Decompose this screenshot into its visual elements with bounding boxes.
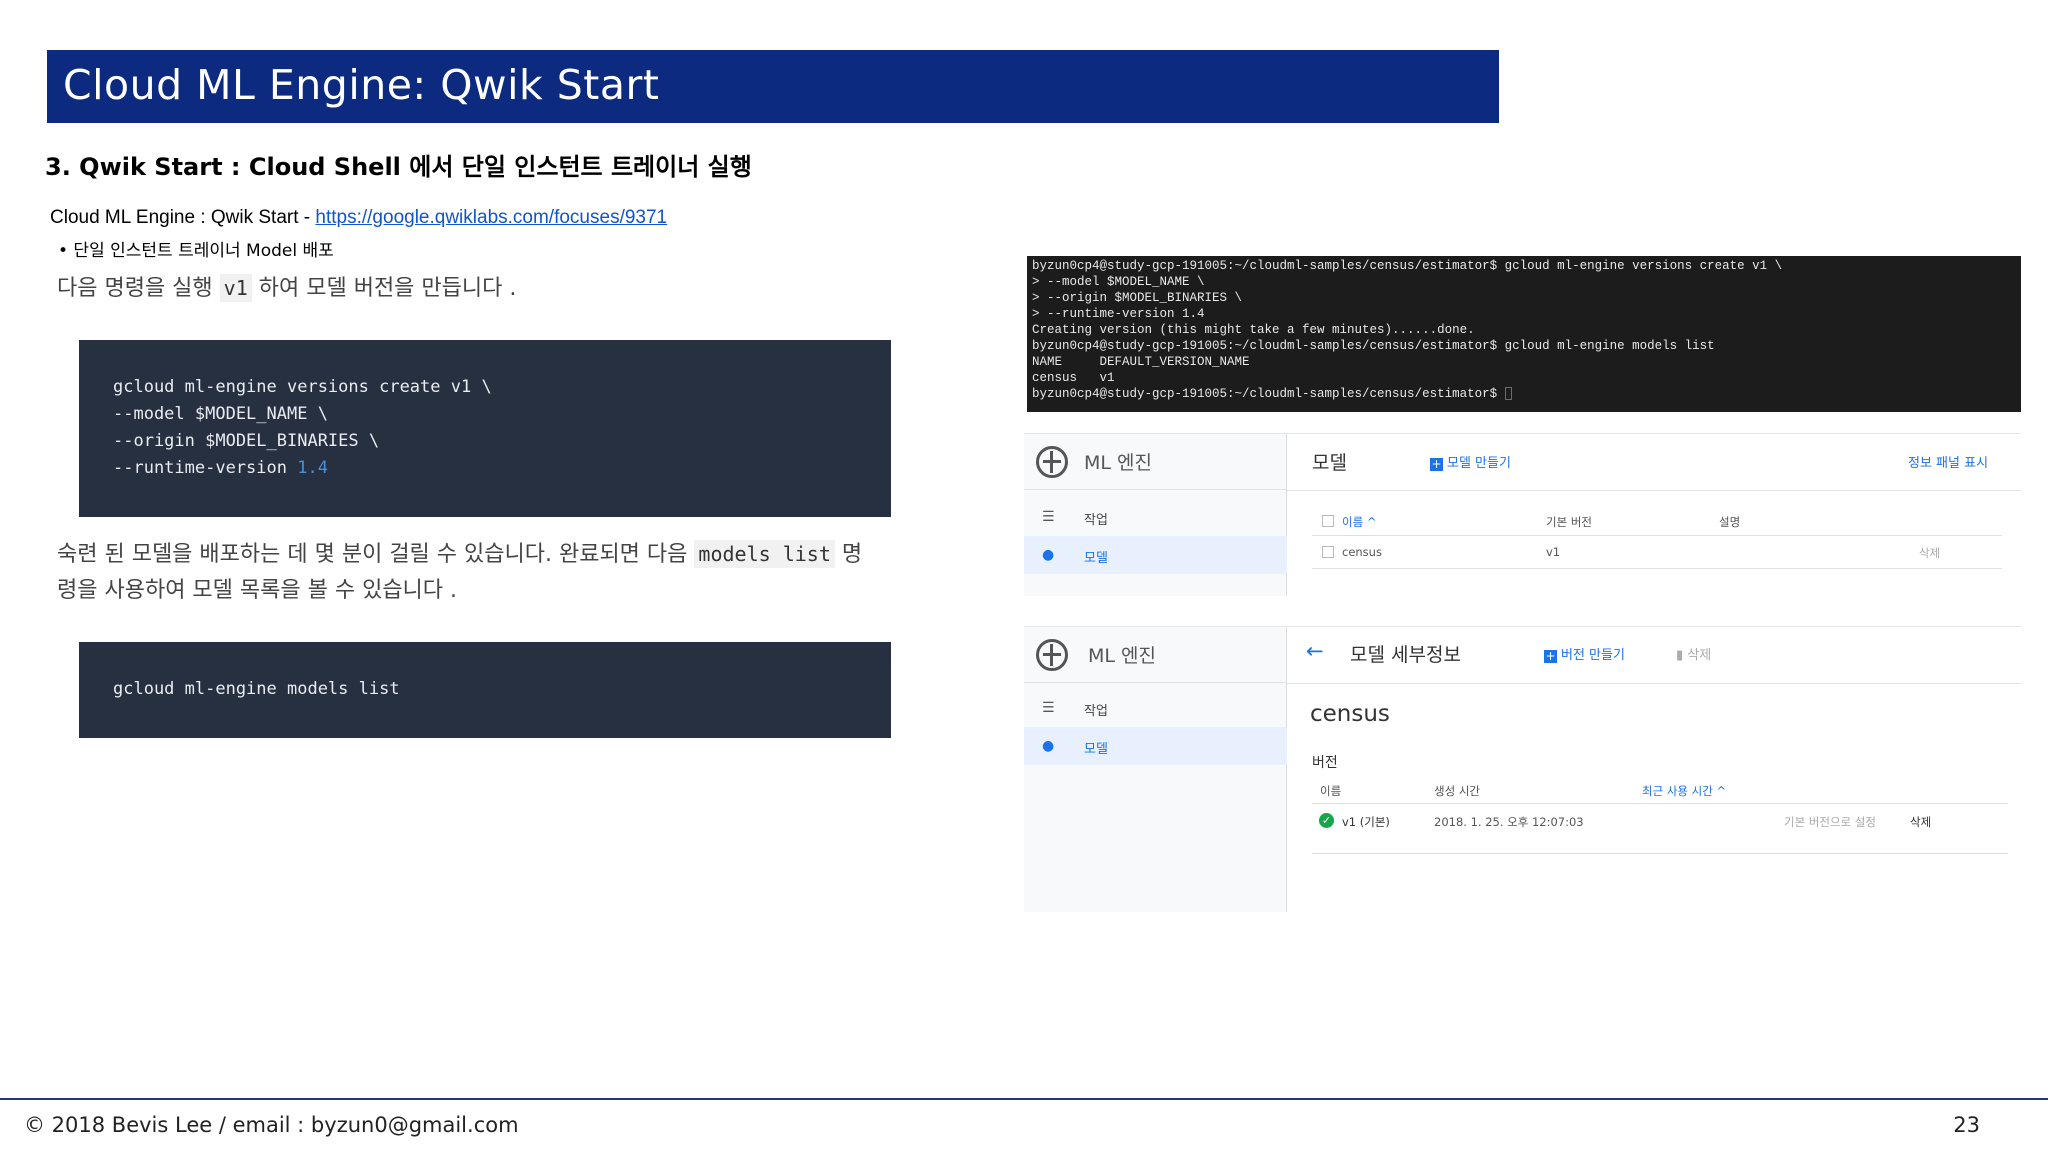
reference-line: Cloud ML Engine : Qwik Start - https://g… [50,207,667,229]
table-divider [1312,535,2002,536]
para1-code: v1 [219,274,252,302]
code-line: gcloud ml-engine models list [113,679,400,699]
sidebar-item-models[interactable]: ● 모델 [1024,727,1287,765]
terminal-cursor [1504,387,1512,401]
instruction-paragraph-1: 다음 명령을 실행 v1 하여 모델 버전을 만듭니다 . [57,270,516,307]
column-header-name: 이름 [1320,784,1342,798]
table-divider [1312,568,2002,569]
column-header-created: 생성 시간 [1434,784,1480,798]
create-version-button[interactable]: + 버전 만들기 [1544,644,1625,663]
footer-divider [0,1098,2048,1100]
check-circle-icon: ✓ [1319,813,1334,828]
select-all-checkbox[interactable] [1322,515,1334,527]
sidebar-item-label: 작업 [1084,704,1108,719]
table-divider [1312,803,2008,804]
default-version-cell: v1 [1546,545,1561,559]
para2-code: models list [694,540,835,568]
page-title: 모델 [1312,452,1347,474]
lightbulb-icon: ● [1042,738,1055,754]
sidebar-header: ML 엔진 [1024,434,1287,490]
create-model-label: 모델 만들기 [1447,456,1511,471]
list-icon: ☰ [1042,700,1055,716]
ml-engine-brain-icon [1036,639,1068,671]
delete-model-button[interactable]: 삭제 [1919,545,1940,561]
column-header-name[interactable]: 이름 ^ [1342,514,1376,530]
model-name-heading: census [1310,701,1390,727]
code-number: 1.4 [297,458,328,478]
code-line: gcloud ml-engine versions create v1 \ [113,377,492,397]
row-checkbox[interactable] [1322,546,1334,558]
sidebar-item-jobs[interactable]: ☰ 작업 [1024,498,1287,536]
page-number: 23 [1953,1113,1980,1137]
ml-engine-brain-icon [1036,446,1068,478]
sidebar-item-jobs[interactable]: ☰ 작업 [1024,689,1287,727]
sidebar-item-label: 작업 [1084,513,1108,528]
para1-text-a: 다음 명령을 실행 [57,276,220,301]
reference-prefix: Cloud ML Engine : Qwik Start - [50,207,316,228]
app-title: ML 엔진 [1084,452,1152,474]
code-block-models-list: gcloud ml-engine models list [79,642,891,738]
terminal-line: > --model $MODEL_NAME \ [1032,275,1205,289]
code-line: --origin $MODEL_BINARIES \ [113,431,380,451]
app-title: ML 엔진 [1088,645,1156,667]
column-header-default-version: 기본 버전 [1546,515,1592,529]
version-created-cell: 2018. 1. 25. 오후 12:07:03 [1434,815,1584,829]
sidebar-item-label: 모델 [1084,742,1108,757]
delete-label: 삭제 [1687,648,1712,663]
code-line: --runtime-version 1.4 [113,455,857,482]
show-info-panel-button[interactable]: 정보 패널 표시 [1908,452,1988,471]
lightbulb-icon: ● [1042,547,1055,563]
terminal-line: Creating version (this might take a few … [1032,323,1475,337]
bullet-item: • 단일 인스턴트 트레이너 Model 배포 [58,241,334,261]
code-text: --runtime-version [113,458,298,478]
cloud-shell-terminal: byzun0cp4@study-gcp-191005:~/cloudml-sam… [1027,256,2021,412]
back-arrow-icon[interactable]: ← [1306,639,1324,663]
model-name-cell[interactable]: census [1342,545,1382,559]
slide-title-bar: Cloud ML Engine: Qwik Start [47,50,1499,123]
list-icon: ☰ [1042,509,1055,525]
plus-icon: + [1544,649,1557,663]
terminal-line: byzun0cp4@study-gcp-191005:~/cloudml-sam… [1032,339,1715,353]
para2-text-b: 명 [834,542,863,567]
terminal-line: byzun0cp4@study-gcp-191005:~/cloudml-sam… [1032,259,1783,273]
para2-line-2: 령을 사용하여 모델 목록을 볼 수 있습니다 . [57,578,458,603]
terminal-line: byzun0cp4@study-gcp-191005:~/cloudml-sam… [1032,386,2016,402]
sidebar-item-models[interactable]: ● 모델 [1024,536,1287,574]
versions-section-label: 버전 [1312,755,1338,771]
sidebar-header: ML 엔진 [1024,627,1287,683]
version-name-cell[interactable]: v1 (기본) [1342,814,1390,830]
slide-title: Cloud ML Engine: Qwik Start [63,61,660,109]
terminal-prompt: byzun0cp4@study-gcp-191005:~/cloudml-sam… [1032,387,1505,401]
code-line: --model $MODEL_NAME \ [113,404,328,424]
delete-model-button[interactable]: ▮ 삭제 [1676,644,1711,663]
trash-icon: ▮ [1676,648,1688,663]
ml-engine-model-detail-panel: ML 엔진 ☰ 작업 ● 모델 ← 모델 세부정보 + 버전 만들기 ▮ 삭제 c… [1024,626,2021,912]
header-divider [1287,490,2021,491]
footer-copyright: © 2018 Bevis Lee / email : byzun0@gmail.… [24,1113,519,1137]
ml-engine-models-panel: ML 엔진 ☰ 작업 ● 모델 모델 + 모델 만들기 정보 패널 표시 이름 ^… [1024,433,2021,596]
para2-text-a: 숙련 된 모델을 배포하는 데 몇 분이 걸릴 수 있습니다. 완료되면 다음 [57,542,695,567]
terminal-line: > --runtime-version 1.4 [1032,307,1205,321]
instruction-paragraph-2: 숙련 된 모델을 배포하는 데 몇 분이 걸릴 수 있습니다. 완료되면 다음 … [57,536,862,609]
section-heading: 3. Qwik Start : Cloud Shell 에서 단일 인스턴트 트… [45,153,752,181]
column-header-last-used[interactable]: 최근 사용 시간 ^ [1642,783,1726,799]
delete-version-button[interactable]: 삭제 [1910,814,1931,830]
column-header-description: 설명 [1719,515,1741,529]
terminal-line: census v1 [1032,371,1115,385]
para1-text-b: 하여 모델 버전을 만듭니다 . [251,276,517,301]
create-version-label: 버전 만들기 [1561,648,1625,663]
terminal-line: NAME DEFAULT_VERSION_NAME [1032,355,1250,369]
table-divider [1312,853,2008,854]
create-model-button[interactable]: + 모델 만들기 [1430,452,1511,471]
para2-line-1: 숙련 된 모델을 배포하는 데 몇 분이 걸릴 수 있습니다. 완료되면 다음 … [57,536,862,573]
header-divider [1287,683,2021,684]
sidebar-item-label: 모델 [1084,551,1108,566]
set-default-version-button[interactable]: 기본 버전으로 설정 [1784,814,1876,830]
qwiklabs-link[interactable]: https://google.qwiklabs.com/focuses/9371 [315,207,667,228]
plus-icon: + [1430,457,1443,471]
page-title: 모델 세부정보 [1350,644,1461,666]
code-block-versions-create: gcloud ml-engine versions create v1 \ --m… [79,340,891,517]
terminal-line: > --origin $MODEL_BINARIES \ [1032,291,1243,305]
